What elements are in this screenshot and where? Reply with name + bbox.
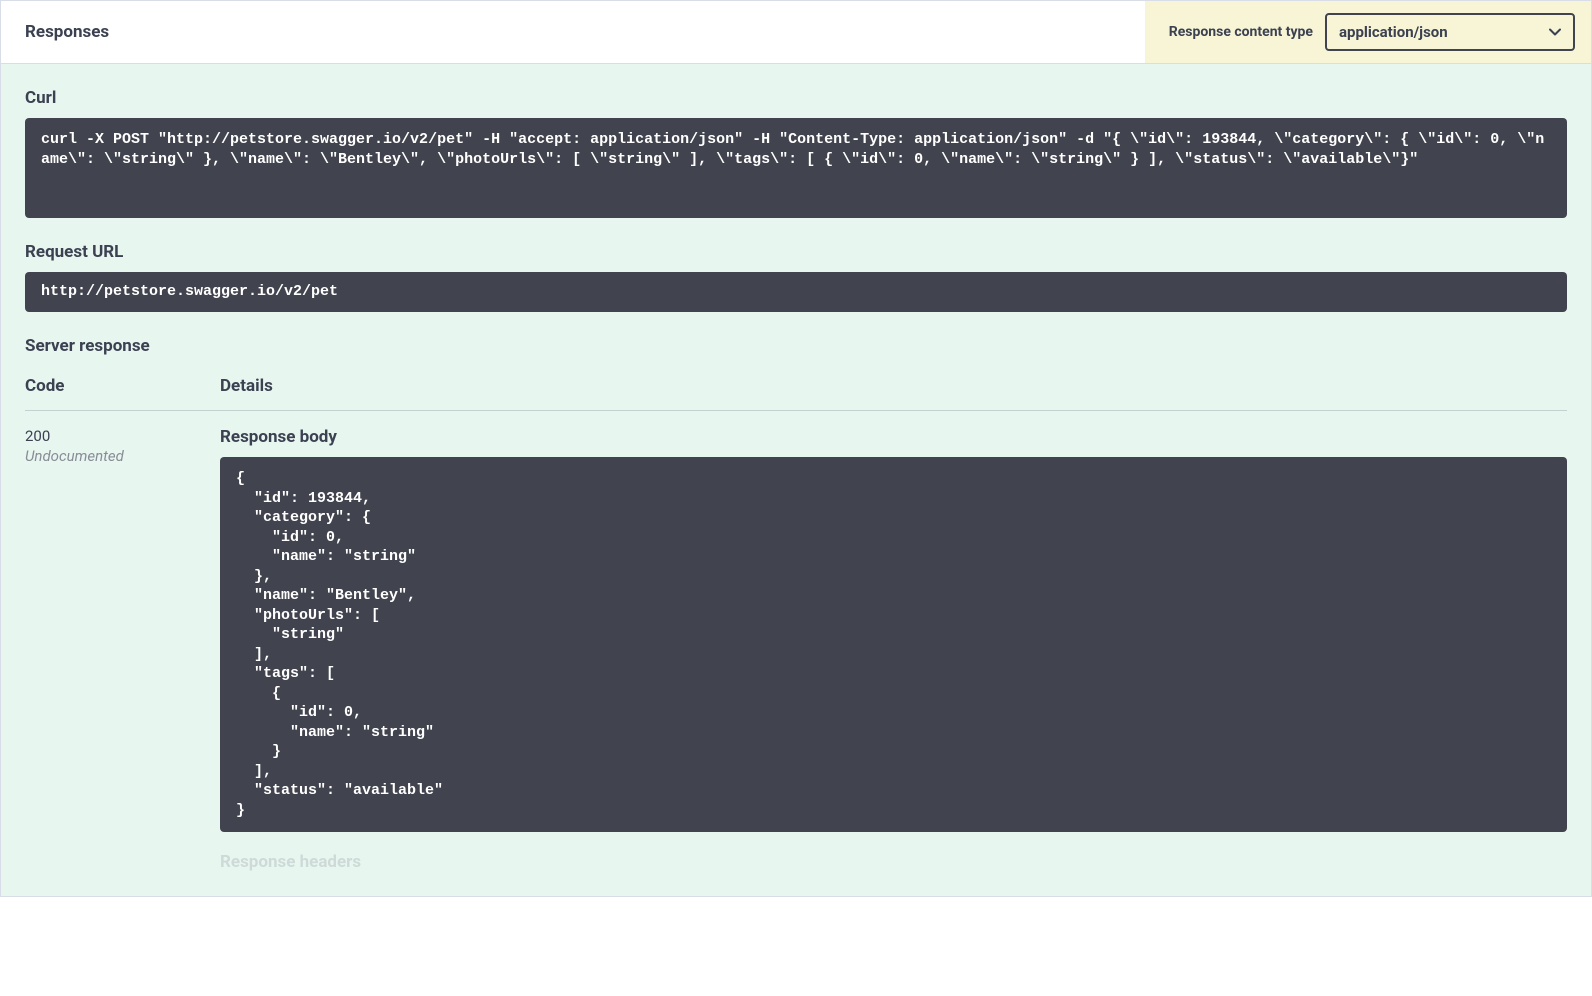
responses-header: Responses Response content type applicat… [1,1,1591,64]
content-type-selector-wrap: Response content type application/json [1145,1,1591,63]
content-type-label: Response content type [1169,24,1313,40]
request-url-box[interactable]: http://petstore.swagger.io/v2/pet [25,272,1567,312]
details-column-header: Details [220,376,1567,396]
curl-command-box[interactable]: curl -X POST "http://petstore.swagger.io… [25,118,1567,218]
response-table: Code Details 200 Undocumented Response b… [25,376,1567,872]
response-details-cell: Response body { "id": 193844, "category"… [220,425,1567,872]
responses-title: Responses [1,22,109,42]
content-type-value: application/json [1339,23,1448,41]
response-code-cell: 200 Undocumented [25,425,220,465]
undocumented-label: Undocumented [25,447,220,465]
response-code: 200 [25,427,220,445]
content-type-select[interactable]: application/json [1325,13,1575,51]
request-url-label: Request URL [25,242,1567,262]
code-column-header: Code [25,376,220,396]
response-headers-label: Response headers [220,852,1567,872]
chevron-down-icon [1549,28,1561,36]
curl-label: Curl [25,88,1567,108]
response-row: 200 Undocumented Response body { "id": 1… [25,425,1567,872]
response-body-label: Response body [220,427,1567,447]
server-response-label: Server response [25,336,1567,356]
response-body-box[interactable]: { "id": 193844, "category": { "id": 0, "… [220,457,1567,832]
response-table-head: Code Details [25,376,1567,411]
